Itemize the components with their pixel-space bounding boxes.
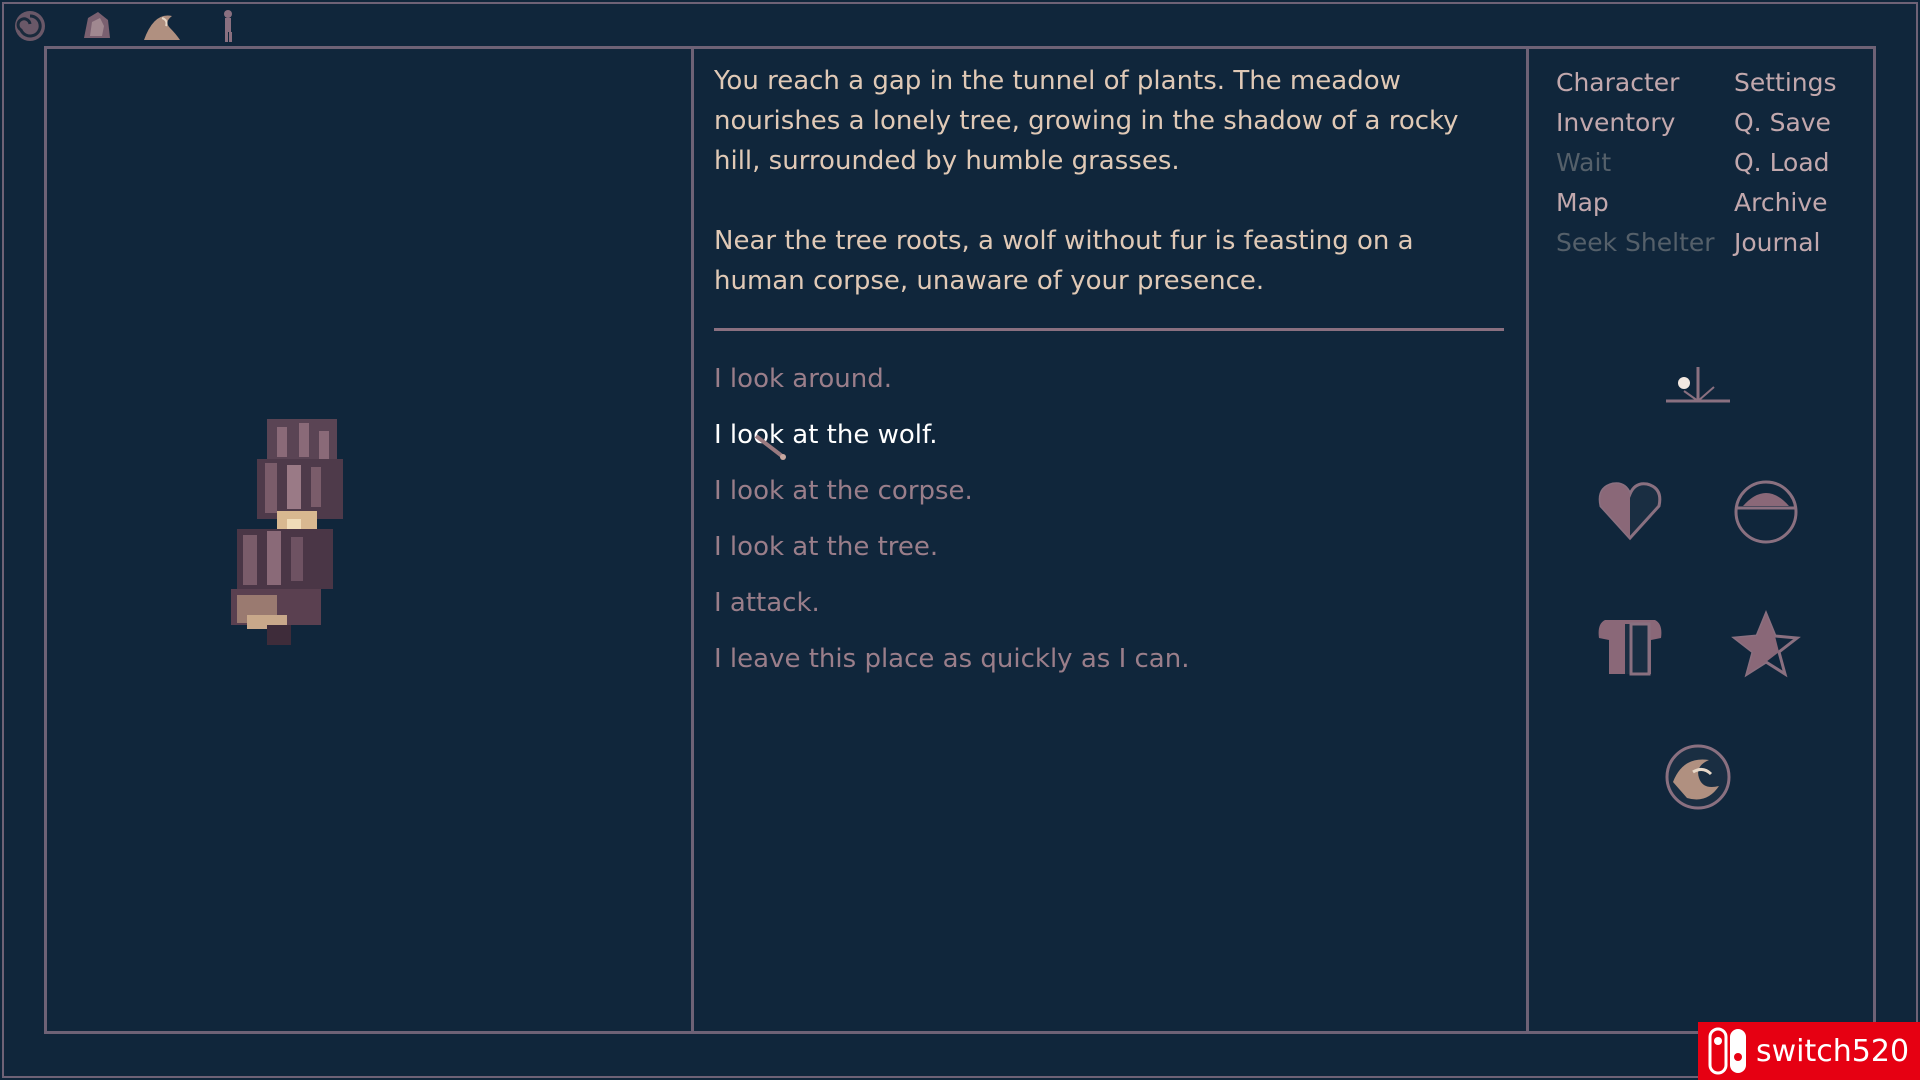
wave-icon[interactable]	[142, 6, 182, 46]
cursor-icon	[754, 434, 786, 460]
menu-character[interactable]: Character	[1556, 63, 1734, 103]
switch-logo-icon	[1708, 1027, 1746, 1075]
sundial-icon[interactable]	[1660, 347, 1736, 423]
scene-illustration	[231, 419, 343, 645]
rock-icon[interactable]	[76, 6, 116, 46]
menu-settings[interactable]: Settings	[1734, 63, 1856, 103]
game-menu: Character Settings Inventory Q. Save Wai…	[1556, 63, 1856, 263]
clothing-icon[interactable]	[1592, 607, 1668, 683]
choice-look-at-tree[interactable]: I look at the tree.	[714, 519, 1504, 575]
menu-inventory[interactable]: Inventory	[1556, 103, 1734, 143]
heart-icon[interactable]	[1592, 473, 1668, 549]
menu-archive[interactable]: Archive	[1734, 183, 1856, 223]
spiral-icon[interactable]	[10, 6, 50, 46]
menu-panel: Character Settings Inventory Q. Save Wai…	[1526, 46, 1876, 1034]
choice-attack[interactable]: I attack.	[714, 575, 1504, 631]
narrative-text: You reach a gap in the tunnel of plants.…	[714, 61, 1504, 341]
watermark: switch520	[1698, 1022, 1920, 1080]
menu-seek-shelter[interactable]: Seek Shelter	[1556, 223, 1734, 263]
narrative-paragraph-1: You reach a gap in the tunnel of plants.…	[714, 66, 1459, 176]
menu-quick-save[interactable]: Q. Save	[1734, 103, 1856, 143]
figure-icon[interactable]	[208, 6, 248, 46]
watermark-text: switch520	[1756, 1033, 1910, 1069]
narrative-divider	[714, 328, 1504, 331]
orb-icon[interactable]	[1660, 739, 1736, 815]
narrative-paragraph-2: Near the tree roots, a wolf without fur …	[714, 226, 1414, 296]
choice-look-at-corpse[interactable]: I look at the corpse.	[714, 463, 1504, 519]
choice-look-around[interactable]: I look around.	[714, 351, 1504, 407]
choice-leave[interactable]: I leave this place as quickly as I can.	[714, 631, 1504, 687]
star-icon[interactable]	[1728, 607, 1804, 683]
menu-map[interactable]: Map	[1556, 183, 1734, 223]
menu-journal[interactable]: Journal	[1734, 223, 1856, 263]
menu-wait[interactable]: Wait	[1556, 143, 1734, 183]
choice-list: I look around. I look at the wolf. I loo…	[714, 351, 1504, 687]
narrative-panel: You reach a gap in the tunnel of plants.…	[691, 46, 1529, 1034]
top-icon-bar	[10, 6, 248, 46]
food-bowl-icon[interactable]	[1728, 473, 1804, 549]
menu-quick-load[interactable]: Q. Load	[1734, 143, 1856, 183]
choice-look-at-wolf[interactable]: I look at the wolf.	[714, 407, 1504, 463]
illustration-panel	[44, 46, 694, 1034]
